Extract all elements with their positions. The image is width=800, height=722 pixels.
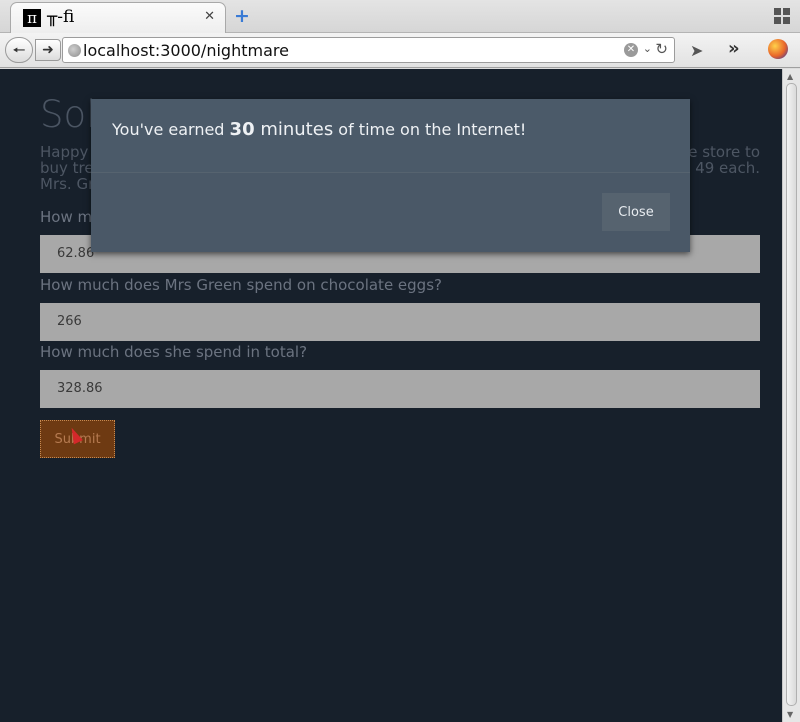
scroll-up-icon[interactable]: ▲ [787,72,793,81]
site-identity-icon[interactable] [68,44,81,57]
back-button[interactable]: 🠔 [5,37,33,63]
url-text[interactable]: localhost:3000/nightmare [83,41,289,60]
overflow-chevrons-icon[interactable]: » [728,38,740,59]
tab-groups-icon[interactable] [774,8,790,24]
favicon-icon: π [23,9,41,27]
tab-title: ╥-fi [47,7,75,27]
new-tab-icon[interactable]: + [234,5,250,27]
question-3-label: How much does she spend in total? [40,343,308,361]
reward-modal: You've earned 30 minutes of time on the … [91,99,690,252]
answer-2-field[interactable]: 266 [40,303,760,341]
forward-button[interactable]: ➜ [35,39,61,61]
intro-line-1-right: e store to [688,143,760,161]
navigation-bar: ➜ 🠔 localhost:3000/nightmare ✕ ⌄ ↻ ➤ » [0,33,800,68]
modal-message: You've earned 30 minutes of time on the … [112,119,526,140]
modal-message-prefix: You've earned [112,120,230,139]
question-1-label: How m [40,208,93,226]
tab-strip: π ╥-fi ✕ + [0,0,800,33]
vertical-scrollbar[interactable]: ▲ ▼ [782,69,800,722]
minutes-unit: minutes [254,119,334,140]
intro-line-2-right: 49 each. [695,159,760,177]
reload-icon[interactable]: ↻ [655,40,668,58]
browser-tab[interactable]: π ╥-fi ✕ [10,2,226,33]
close-button[interactable]: Close [602,193,670,231]
intro-line-3: Mrs. Gr [40,175,95,193]
clear-url-icon[interactable]: ✕ [624,43,638,57]
firefox-icon[interactable] [768,39,788,59]
scroll-down-icon[interactable]: ▼ [787,710,793,719]
send-icon[interactable]: ➤ [690,41,703,60]
scrollbar-thumb[interactable] [786,83,797,706]
back-forward-group: ➜ 🠔 [5,37,63,63]
url-bar[interactable]: localhost:3000/nightmare ✕ ⌄ ↻ [62,37,675,63]
question-2-label: How much does Mrs Green spend on chocola… [40,276,442,294]
answer-3-field[interactable]: 328.86 [40,370,760,408]
modal-message-suffix: of time on the Internet! [333,120,527,139]
close-tab-icon[interactable]: ✕ [204,9,215,24]
minutes-value: 30 [229,119,255,140]
modal-body: You've earned 30 minutes of time on the … [91,99,690,173]
chevron-down-icon[interactable]: ⌄ [643,42,652,55]
